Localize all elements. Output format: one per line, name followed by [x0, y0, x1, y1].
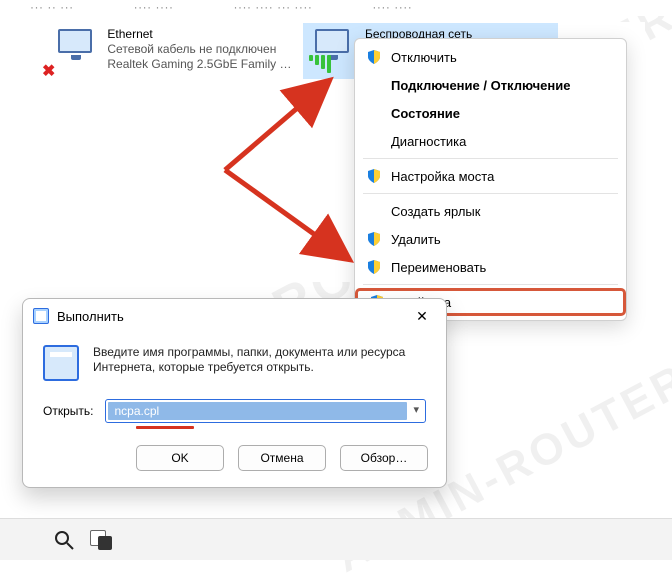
run-dialog: Выполнить ✕ Введите имя программы, папки…	[22, 298, 447, 488]
shield-icon	[367, 169, 381, 183]
menu-label: Создать ярлык	[391, 204, 480, 219]
chevron-down-icon[interactable]: ▾	[413, 403, 419, 416]
menu-separator	[363, 284, 618, 285]
disconnected-x-icon: ✖	[42, 61, 58, 77]
shield-icon	[367, 232, 381, 246]
menu-disable[interactable]: Отключить	[355, 43, 626, 71]
menu-label: Отключить	[391, 50, 457, 65]
menu-label: Диагностика	[391, 134, 466, 149]
menu-label: Подключение / Отключение	[391, 78, 570, 93]
run-titlebar: Выполнить ✕	[23, 299, 446, 333]
run-open-input[interactable]	[108, 402, 407, 420]
menu-connect[interactable]: Подключение / Отключение	[355, 71, 626, 99]
run-open-label: Открыть:	[43, 404, 93, 418]
menu-label: Настройка моста	[391, 169, 494, 184]
run-browse-button[interactable]: Обзор…	[340, 445, 428, 471]
wifi-signal-icon	[309, 55, 331, 73]
context-menu: Отключить Подключение / Отключение Состо…	[354, 38, 627, 321]
adapter-status: Сетевой кабель не подключен	[107, 42, 295, 57]
run-prompt-icon	[43, 345, 79, 381]
menu-label: Состояние	[391, 106, 460, 121]
start-button[interactable]	[14, 528, 38, 552]
menu-separator	[363, 193, 618, 194]
adapter-ethernet[interactable]: ✖ Ethernet Сетевой кабель не подключен R…	[46, 23, 301, 79]
menu-diagnose[interactable]: Диагностика	[355, 127, 626, 155]
menu-delete[interactable]: Удалить	[355, 225, 626, 253]
run-prompt-text: Введите имя программы, папки, документа …	[93, 345, 426, 381]
run-icon	[33, 308, 49, 324]
adapter-text: Ethernet Сетевой кабель не подключен Rea…	[107, 27, 295, 75]
shield-icon	[367, 50, 381, 64]
run-cancel-button[interactable]: Отмена	[238, 445, 326, 471]
annotation-underline	[136, 426, 194, 429]
shield-icon	[367, 260, 381, 274]
menu-rename[interactable]: Переименовать	[355, 253, 626, 281]
adapter-icon: ✖	[52, 27, 99, 73]
run-close-button[interactable]: ✕	[402, 301, 442, 331]
menu-label: Переименовать	[391, 260, 486, 275]
run-ok-button[interactable]: OK	[136, 445, 224, 471]
menu-label: Удалить	[391, 232, 441, 247]
search-button[interactable]	[52, 528, 76, 552]
run-title-text: Выполнить	[57, 309, 124, 324]
task-view-button[interactable]	[90, 528, 114, 552]
taskbar	[0, 518, 672, 560]
menu-status[interactable]: Состояние	[355, 99, 626, 127]
menu-shortcut[interactable]: Создать ярлык	[355, 197, 626, 225]
adapter-name: Ethernet	[107, 27, 295, 42]
menu-bridge[interactable]: Настройка моста	[355, 162, 626, 190]
menu-separator	[363, 158, 618, 159]
menubar: ··· ·· ······· ········ ···· ··· ·······…	[0, 0, 672, 16]
run-open-combo[interactable]: ▾	[105, 399, 426, 423]
adapter-icon	[309, 27, 357, 73]
adapter-device: Realtek Gaming 2.5GbE Family Co...	[107, 57, 295, 72]
